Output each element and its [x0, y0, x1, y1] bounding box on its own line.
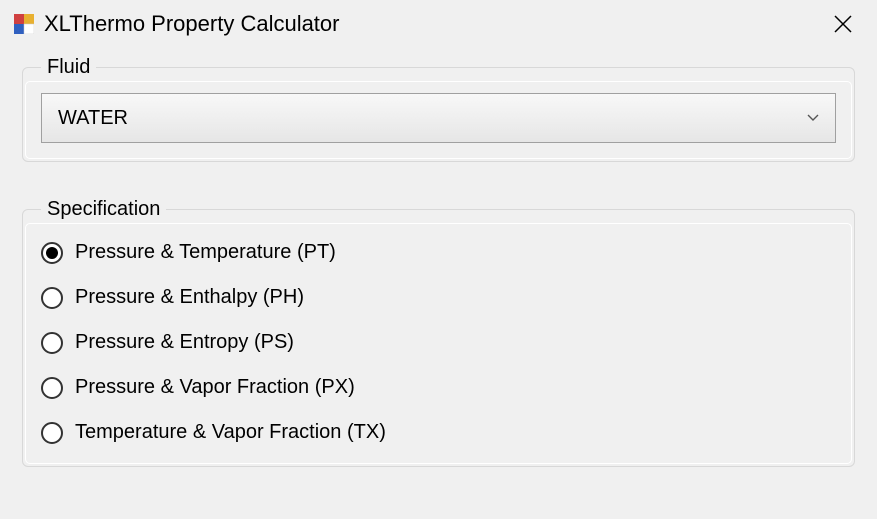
specification-fieldset: Specification Pressure & Temperature (PT… — [22, 198, 855, 467]
content-area: Fluid WATER Specification Pressure & Tem… — [0, 46, 877, 519]
app-window: XLThermo Property Calculator Fluid WATER — [0, 0, 877, 519]
radio-icon — [41, 332, 63, 354]
radio-label: Pressure & Vapor Fraction (PX) — [75, 376, 355, 399]
radio-label: Pressure & Enthalpy (PH) — [75, 286, 304, 309]
app-icon — [14, 14, 34, 34]
spec-option-pt[interactable]: Pressure & Temperature (PT) — [41, 241, 836, 264]
radio-label: Temperature & Vapor Fraction (TX) — [75, 421, 386, 444]
fluid-legend: Fluid — [41, 56, 96, 79]
radio-label: Pressure & Entropy (PS) — [75, 331, 294, 354]
spec-option-ps[interactable]: Pressure & Entropy (PS) — [41, 331, 836, 354]
spec-option-ph[interactable]: Pressure & Enthalpy (PH) — [41, 286, 836, 309]
radio-icon — [41, 377, 63, 399]
spec-option-tx[interactable]: Temperature & Vapor Fraction (TX) — [41, 421, 836, 444]
fluid-fieldset: Fluid WATER — [22, 56, 855, 162]
close-icon — [834, 15, 852, 33]
spec-option-px[interactable]: Pressure & Vapor Fraction (PX) — [41, 376, 836, 399]
radio-label: Pressure & Temperature (PT) — [75, 241, 336, 264]
radio-icon — [41, 422, 63, 444]
chevron-down-icon — [807, 111, 819, 125]
titlebar: XLThermo Property Calculator — [0, 0, 877, 46]
specification-radio-group: Pressure & Temperature (PT) Pressure & E… — [41, 235, 836, 444]
window-title: XLThermo Property Calculator — [44, 11, 823, 37]
radio-icon — [41, 287, 63, 309]
fluid-dropdown[interactable]: WATER — [41, 93, 836, 143]
close-button[interactable] — [823, 4, 863, 44]
specification-legend: Specification — [41, 198, 166, 221]
fluid-selected-value: WATER — [58, 107, 807, 130]
radio-icon — [41, 242, 63, 264]
